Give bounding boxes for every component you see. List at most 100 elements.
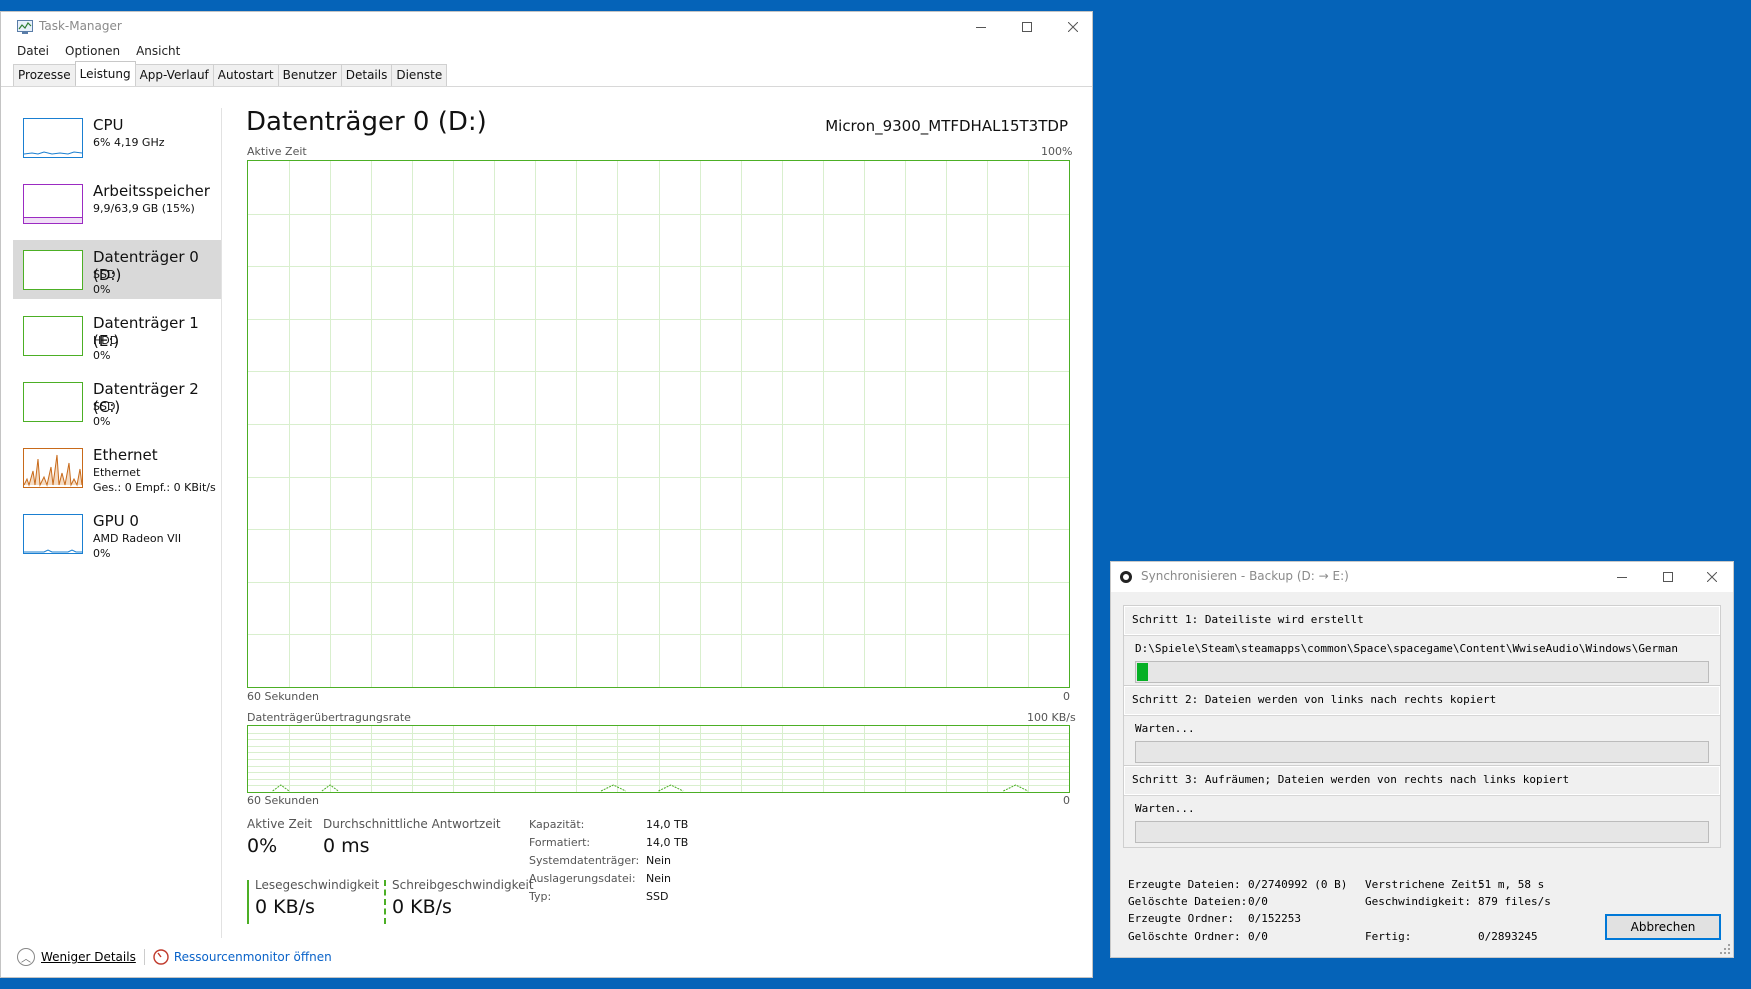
tab-app-verlauf[interactable]: App-Verlauf <box>134 64 214 86</box>
sidebar-item-usage: 0% <box>93 547 111 560</box>
menu-ansicht[interactable]: Ansicht <box>128 42 188 62</box>
minimize-icon <box>1617 577 1627 578</box>
created-dirs-value: 0/152253 <box>1248 912 1301 925</box>
transfer-rate-graph <box>247 725 1070 793</box>
page-title: Datenträger 0 (D:) <box>246 107 487 137</box>
graph2-grid <box>248 726 1069 792</box>
sidebar-item-memory[interactable]: Arbeitsspeicher 9,9/63,9 GB (15%) <box>13 174 221 233</box>
sync-window-title: Synchronisieren - Backup (D: → E:) <box>1141 569 1349 583</box>
sidebar-item-adapter: Ethernet <box>93 466 141 479</box>
resource-monitor-icon[interactable] <box>153 949 169 965</box>
maximize-icon <box>1022 22 1032 32</box>
property-key: Formatiert: <box>529 836 591 849</box>
deleted-files-label: Gelöschte Dateien: <box>1128 895 1248 908</box>
property-row: Typ: SSD <box>529 890 688 908</box>
task-manager-icon <box>17 20 33 34</box>
step2-progress-bar <box>1135 741 1709 763</box>
step1-progress-fill <box>1137 663 1149 681</box>
sync-app-icon <box>1120 571 1132 583</box>
sidebar-item-disk2[interactable]: Datenträger 2 (C:) SSD 0% <box>13 372 221 431</box>
minimize-icon <box>976 27 986 28</box>
property-row: Formatiert: 14,0 TB <box>529 836 688 854</box>
sync-maximize-button[interactable] <box>1645 562 1691 592</box>
done-label: Fertig: <box>1365 930 1412 943</box>
sidebar-item-throughput: Ges.: 0 Empf.: 0 KBit/s <box>93 481 216 494</box>
maximize-button[interactable] <box>1004 12 1050 42</box>
sidebar-item-gpu[interactable]: GPU 0 AMD Radeon VII 0% <box>13 504 221 563</box>
sidebar-item-usage: 0% <box>93 349 111 362</box>
disk1-thumbnail <box>23 316 83 356</box>
write-speed-value: 0 KB/s <box>392 896 452 918</box>
resize-grip-icon[interactable] <box>1720 944 1730 954</box>
done-value: 0/2893245 <box>1478 930 1538 943</box>
speed-label: Geschwindigkeit: <box>1365 895 1471 908</box>
step3-progress-bar <box>1135 821 1709 843</box>
menu-optionen[interactable]: Optionen <box>57 42 128 62</box>
sidebar-item-type: HDD <box>93 334 119 347</box>
step3-panel: Schritt 3: Aufräumen; Dateien werden von… <box>1123 765 1721 848</box>
sidebar-item-cpu[interactable]: CPU 6% 4,19 GHz <box>13 108 221 167</box>
ethernet-sparkline <box>23 454 83 487</box>
active-time-value: 0% <box>247 835 278 857</box>
tab-prozesse[interactable]: Prozesse <box>13 64 76 86</box>
tab-leistung[interactable]: Leistung <box>74 61 136 85</box>
read-speed-indicator <box>247 880 249 924</box>
property-key: Typ: <box>529 890 552 903</box>
sidebar-item-type: SSD <box>93 268 116 281</box>
close-button[interactable] <box>1050 12 1096 42</box>
gpu-thumbnail <box>23 514 83 554</box>
menu-datei[interactable]: Datei <box>9 42 57 62</box>
sync-close-button[interactable] <box>1689 562 1735 592</box>
step3-title: Schritt 3: Aufräumen; Dateien werden von… <box>1124 766 1720 796</box>
sidebar-item-usage: 0% <box>93 283 111 296</box>
active-time-graph <box>247 160 1070 688</box>
tab-dienste[interactable]: Dienste <box>391 64 448 86</box>
step1-progress-bar <box>1135 661 1709 683</box>
graph2-label: Datenträgerübertragungsrate <box>247 711 411 724</box>
chevron-up-icon[interactable]: ︿ <box>17 948 35 966</box>
sync-dialog: Synchronisieren - Backup (D: → E:) Schri… <box>1110 561 1734 958</box>
sync-title-bar[interactable]: Synchronisieren - Backup (D: → E:) <box>1111 562 1733 592</box>
footer: ︿ Weniger Details Ressourcenmonitor öffn… <box>17 948 332 966</box>
sidebar-item-disk1[interactable]: Datenträger 1 (E:) HDD 0% <box>13 306 221 365</box>
ethernet-thumbnail <box>23 448 83 488</box>
write-speed-indicator <box>384 880 386 924</box>
sidebar-divider <box>221 108 222 938</box>
cancel-button[interactable]: Abbrechen <box>1605 914 1721 940</box>
sidebar-item-label: GPU 0 <box>93 512 139 530</box>
sidebar-item-ethernet[interactable]: Ethernet Ethernet Ges.: 0 Empf.: 0 KBit/… <box>13 438 221 497</box>
graph2-max: 100 KB/s <box>1027 711 1076 724</box>
tab-autostart[interactable]: Autostart <box>212 64 279 86</box>
resource-monitor-link[interactable]: Ressourcenmonitor öffnen <box>174 950 332 964</box>
cpu-sparkline <box>23 151 83 155</box>
tab-details[interactable]: Details <box>340 64 393 86</box>
footer-separator <box>143 949 145 965</box>
step2-title: Schritt 2: Dateien werden von links nach… <box>1124 686 1720 716</box>
property-key: Systemdatenträger: <box>529 854 640 867</box>
sidebar-item-detail: 6% 4,19 GHz <box>93 136 165 149</box>
property-row: Kapazität: 14,0 TB <box>529 818 688 836</box>
step1-title: Schritt 1: Dateiliste wird erstellt <box>1124 606 1720 636</box>
sync-minimize-button[interactable] <box>1599 562 1645 592</box>
disk0-thumbnail <box>23 250 83 290</box>
property-value: 14,0 TB <box>646 836 689 849</box>
step3-status: Warten... <box>1135 802 1195 815</box>
gpu-sparkline <box>24 549 82 553</box>
sidebar-item-gpu-model: AMD Radeon VII <box>93 532 182 545</box>
tab-benutzer[interactable]: Benutzer <box>277 64 342 86</box>
less-details-link[interactable]: Weniger Details <box>41 950 136 964</box>
step2-status: Warten... <box>1135 722 1195 735</box>
step2-panel: Schritt 2: Dateien werden von links nach… <box>1123 685 1721 768</box>
task-manager-window: Task-Manager Datei Optionen Ansicht Proz… <box>0 11 1093 978</box>
response-time-label: Durchschnittliche Antwortzeit <box>323 817 501 831</box>
cpu-thumbnail <box>23 118 83 158</box>
property-value: Nein <box>646 872 672 885</box>
sidebar-item-type: SSD <box>93 400 116 413</box>
title-bar[interactable]: Task-Manager <box>1 12 1092 42</box>
close-icon <box>1707 572 1717 582</box>
elapsed-time-label: Verstrichene Zeit: <box>1365 878 1485 891</box>
step1-panel: Schritt 1: Dateiliste wird erstellt D:\S… <box>1123 605 1721 688</box>
sidebar-item-disk0[interactable]: Datenträger 0 (D:) SSD 0% <box>13 240 221 299</box>
graph1-max: 100% <box>1041 145 1073 158</box>
minimize-button[interactable] <box>958 12 1004 42</box>
